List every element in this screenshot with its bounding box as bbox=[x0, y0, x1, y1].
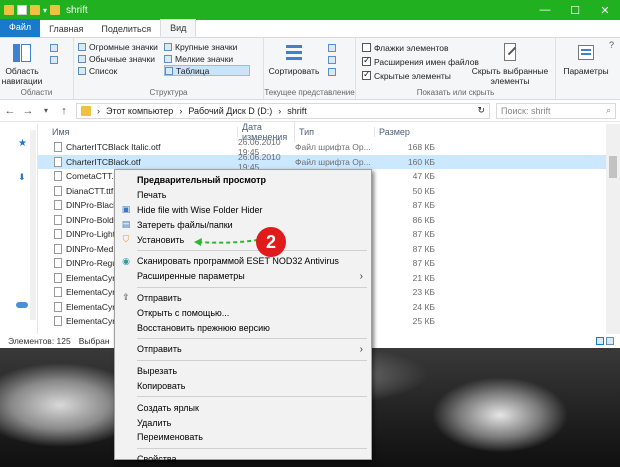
annotation-arrow bbox=[194, 238, 259, 246]
step-number-badge: 2 bbox=[256, 227, 286, 257]
